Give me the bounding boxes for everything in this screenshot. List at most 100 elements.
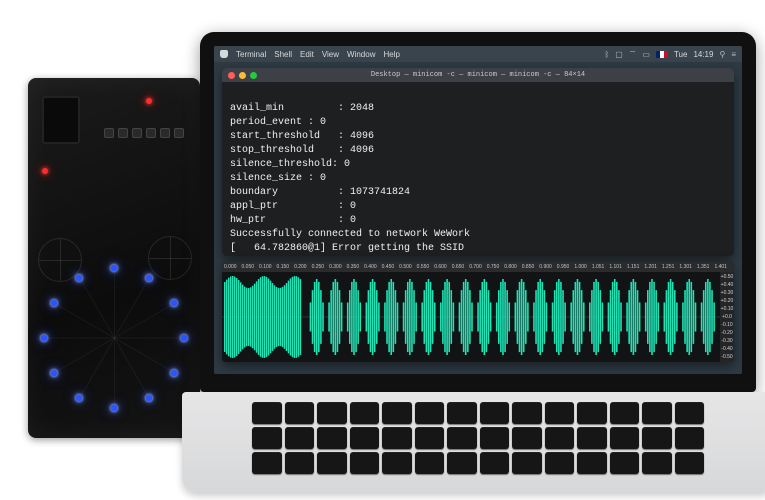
wifi-icon[interactable]: ⌔ <box>629 49 637 59</box>
terminal-line: stop_threshold : 4096 <box>230 145 374 156</box>
terminal-titlebar[interactable]: Desktop — minicom -c — minicom — minicom… <box>222 68 734 82</box>
waveform-window[interactable]: 0.0000.0500.1000.1500.2000.2500.3000.350… <box>222 262 734 362</box>
scale-tick: -0.50 <box>721 354 732 360</box>
tact-button[interactable] <box>118 128 128 138</box>
key[interactable] <box>512 427 542 449</box>
tact-button[interactable] <box>104 128 114 138</box>
menubar-item[interactable]: Help <box>383 50 399 59</box>
laptop-deck <box>182 392 765 492</box>
laptop: Terminal Shell Edit View Window Help ᛒ ▢… <box>200 32 756 492</box>
apple-icon[interactable] <box>220 50 228 58</box>
key[interactable] <box>545 452 575 474</box>
key[interactable] <box>675 427 705 449</box>
terminal-line: appl_ptr : 0 <box>230 201 356 212</box>
terminal-line: period_event : 0 <box>230 117 326 128</box>
waveform-svg <box>222 272 720 362</box>
key[interactable] <box>480 427 510 449</box>
key[interactable] <box>415 427 445 449</box>
key[interactable] <box>545 402 575 424</box>
scale-tick: -0.30 <box>721 338 732 344</box>
key[interactable] <box>317 402 347 424</box>
terminal-line: hw_ptr : 0 <box>230 215 356 226</box>
ruler-tick: 1.000 <box>574 264 592 270</box>
ruler-tick: 0.550 <box>417 264 435 270</box>
airplay-icon[interactable]: ▢ <box>615 50 623 59</box>
scale-tick: +0.50 <box>721 274 734 280</box>
scale-tick: +0.30 <box>721 290 734 296</box>
tact-button[interactable] <box>174 128 184 138</box>
key[interactable] <box>382 402 412 424</box>
key[interactable] <box>642 402 672 424</box>
key[interactable] <box>447 427 477 449</box>
ruler-tick: 0.200 <box>294 264 312 270</box>
key[interactable] <box>285 427 315 449</box>
key[interactable] <box>512 402 542 424</box>
key[interactable] <box>252 427 282 449</box>
scale-tick: +0.20 <box>721 298 734 304</box>
tact-button[interactable] <box>132 128 142 138</box>
key[interactable] <box>285 452 315 474</box>
key[interactable] <box>642 452 672 474</box>
key[interactable] <box>447 402 477 424</box>
menubar-item[interactable]: Shell <box>274 50 292 59</box>
terminal-window[interactable]: Desktop — minicom -c — minicom — minicom… <box>222 68 734 256</box>
key[interactable] <box>350 452 380 474</box>
waveform-track[interactable] <box>222 272 720 362</box>
terminal-title: Desktop — minicom -c — minicom — minicom… <box>222 71 734 79</box>
tact-button[interactable] <box>146 128 156 138</box>
menubar-item[interactable]: Terminal <box>236 50 266 59</box>
key[interactable] <box>350 427 380 449</box>
key[interactable] <box>415 402 445 424</box>
terminal-line: avail_min : 2048 <box>230 103 374 114</box>
key[interactable] <box>382 427 412 449</box>
scale-tick: -0.10 <box>721 322 732 328</box>
key[interactable] <box>317 427 347 449</box>
ruler-tick: 0.100 <box>259 264 277 270</box>
ruler-tick: 0.950 <box>557 264 575 270</box>
key[interactable] <box>252 402 282 424</box>
notifications-icon[interactable]: ≡ <box>731 50 736 59</box>
ruler-tick: 1.101 <box>609 264 627 270</box>
menubar-item[interactable]: Window <box>347 50 375 59</box>
key[interactable] <box>382 452 412 474</box>
status-led <box>42 168 48 174</box>
tact-button[interactable] <box>160 128 170 138</box>
ruler-tick: 0.050 <box>242 264 260 270</box>
terminal-line: silence_threshold: 0 <box>230 159 350 170</box>
key[interactable] <box>577 452 607 474</box>
key[interactable] <box>480 402 510 424</box>
menubar-time: 14:19 <box>693 50 713 59</box>
key[interactable] <box>317 452 347 474</box>
key[interactable] <box>610 452 640 474</box>
soc-chip <box>42 96 80 144</box>
input-lang-flag[interactable] <box>656 51 668 58</box>
terminal-body[interactable]: avail_min : 2048 period_event : 0 start_… <box>222 82 734 256</box>
key[interactable] <box>610 427 640 449</box>
key[interactable] <box>577 402 607 424</box>
battery-icon[interactable]: ▭ <box>642 50 650 59</box>
key[interactable] <box>285 402 315 424</box>
key[interactable] <box>675 402 705 424</box>
menubar-item[interactable]: Edit <box>300 50 314 59</box>
menubar-item[interactable]: View <box>322 50 339 59</box>
dev-board <box>28 78 200 438</box>
key[interactable] <box>577 427 607 449</box>
key[interactable] <box>610 402 640 424</box>
keyboard[interactable] <box>252 402 704 474</box>
key[interactable] <box>642 427 672 449</box>
key[interactable] <box>512 452 542 474</box>
key[interactable] <box>252 452 282 474</box>
key[interactable] <box>447 452 477 474</box>
ruler-tick: 0.350 <box>347 264 365 270</box>
key[interactable] <box>480 452 510 474</box>
key[interactable] <box>675 452 705 474</box>
key[interactable] <box>415 452 445 474</box>
key[interactable] <box>350 402 380 424</box>
key[interactable] <box>545 427 575 449</box>
ruler-tick: 1.201 <box>644 264 662 270</box>
screen-bezel: Terminal Shell Edit View Window Help ᛒ ▢… <box>200 32 756 392</box>
ruler-tick: 0.850 <box>522 264 540 270</box>
bluetooth-icon[interactable]: ᛒ <box>604 50 609 59</box>
macos-menubar[interactable]: Terminal Shell Edit View Window Help ᛒ ▢… <box>214 46 742 62</box>
spotlight-icon[interactable]: ⚲ <box>719 50 725 59</box>
